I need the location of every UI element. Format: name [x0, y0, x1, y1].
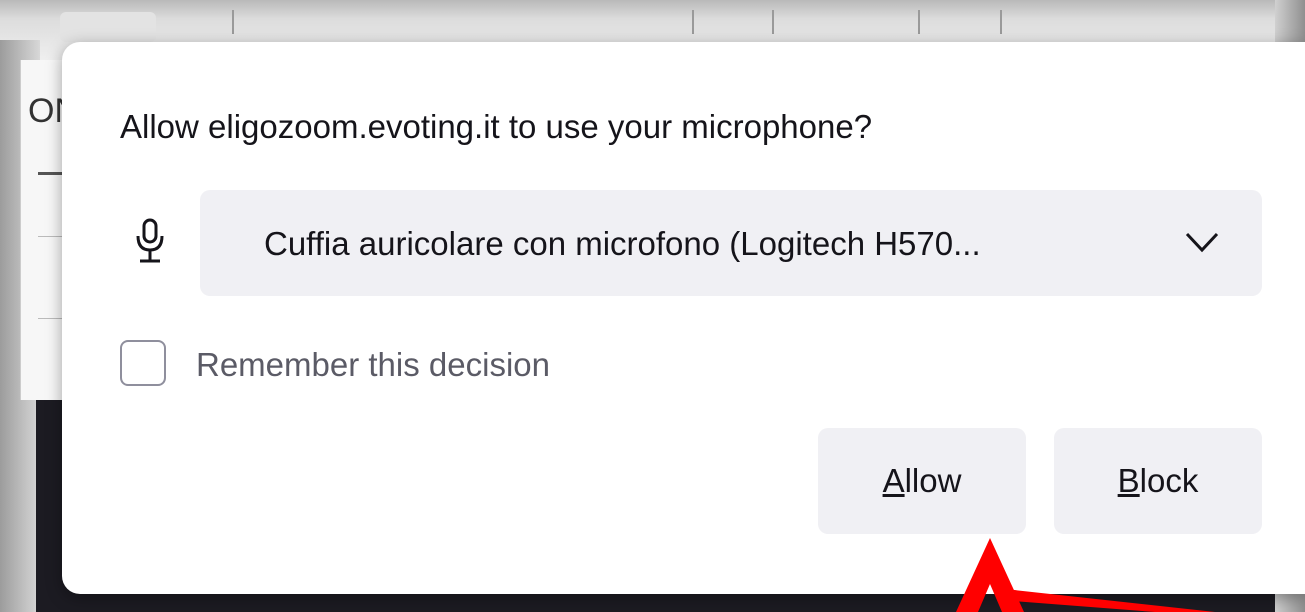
selected-device-label: Cuffia auricolare con microfono (Logitec…	[264, 225, 981, 262]
allow-button[interactable]: Allow	[818, 428, 1026, 534]
toolbar-divider	[1000, 10, 1002, 34]
block-access-key: B	[1117, 462, 1140, 499]
remember-decision-checkbox[interactable]	[120, 340, 166, 386]
allow-access-key: A	[882, 462, 905, 499]
block-button[interactable]: Block	[1054, 428, 1262, 534]
toolbar-divider	[772, 10, 774, 34]
toolbar-divider	[692, 10, 694, 34]
microphone-device-select[interactable]: Cuffia auricolare con microfono (Logitec…	[200, 190, 1262, 296]
toolbar-divider	[232, 10, 234, 34]
browser-tab-background	[60, 12, 156, 42]
remember-decision-label[interactable]: Remember this decision	[196, 346, 550, 384]
permission-prompt-title: Allow eligozoom.evoting.it to use your m…	[120, 108, 873, 145]
toolbar-divider	[918, 10, 920, 34]
red-arrow-annotation	[956, 538, 1215, 612]
chevron-down-icon	[1185, 232, 1219, 253]
microphone-icon	[136, 218, 164, 263]
block-label-rest: lock	[1139, 462, 1199, 499]
allow-label-rest: llow	[904, 462, 962, 499]
permission-prompt-panel: Allow eligozoom.evoting.it to use your m…	[62, 42, 1305, 594]
